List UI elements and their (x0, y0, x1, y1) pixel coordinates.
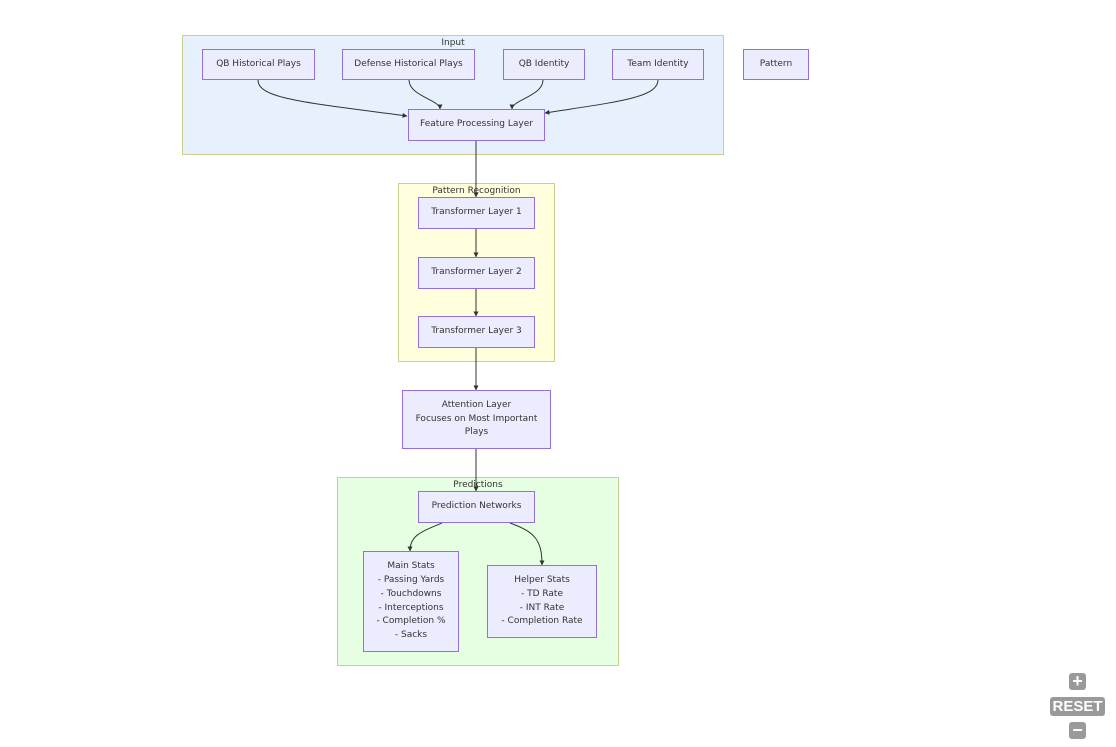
node-helper-stats[interactable]: Helper Stats - TD Rate - INT Rate - Comp… (487, 565, 597, 638)
node-transformer-layer-1[interactable]: Transformer Layer 1 (418, 197, 535, 229)
node-pattern[interactable]: Pattern (743, 49, 809, 80)
cluster-predictions-label: Predictions (453, 480, 503, 490)
node-qb-historical-plays[interactable]: QB Historical Plays (202, 49, 315, 80)
node-transformer-layer-3[interactable]: Transformer Layer 3 (418, 316, 535, 348)
node-attention-layer[interactable]: Attention Layer Focuses on Most Importan… (402, 390, 551, 449)
zoom-in-button[interactable]: + (1069, 671, 1086, 691)
node-transformer-layer-2[interactable]: Transformer Layer 2 (418, 257, 535, 289)
plus-icon: + (1072, 671, 1083, 691)
minus-icon: − (1072, 720, 1083, 740)
reset-label: RESET (1052, 698, 1103, 715)
node-team-identity[interactable]: Team Identity (612, 49, 704, 80)
node-qb-identity[interactable]: QB Identity (503, 49, 585, 80)
node-feature-processing-layer[interactable]: Feature Processing Layer (408, 109, 545, 141)
cluster-input-label: Input (441, 38, 465, 48)
reset-button[interactable]: RESET (1050, 697, 1105, 716)
node-prediction-networks[interactable]: Prediction Networks (418, 491, 535, 523)
zoom-out-button[interactable]: − (1069, 720, 1086, 740)
node-main-stats[interactable]: Main Stats - Passing Yards - Touchdowns … (363, 551, 459, 652)
node-defense-historical-plays[interactable]: Defense Historical Plays (342, 49, 475, 80)
cluster-pattern-recognition-label: Pattern Recognition (432, 186, 521, 196)
